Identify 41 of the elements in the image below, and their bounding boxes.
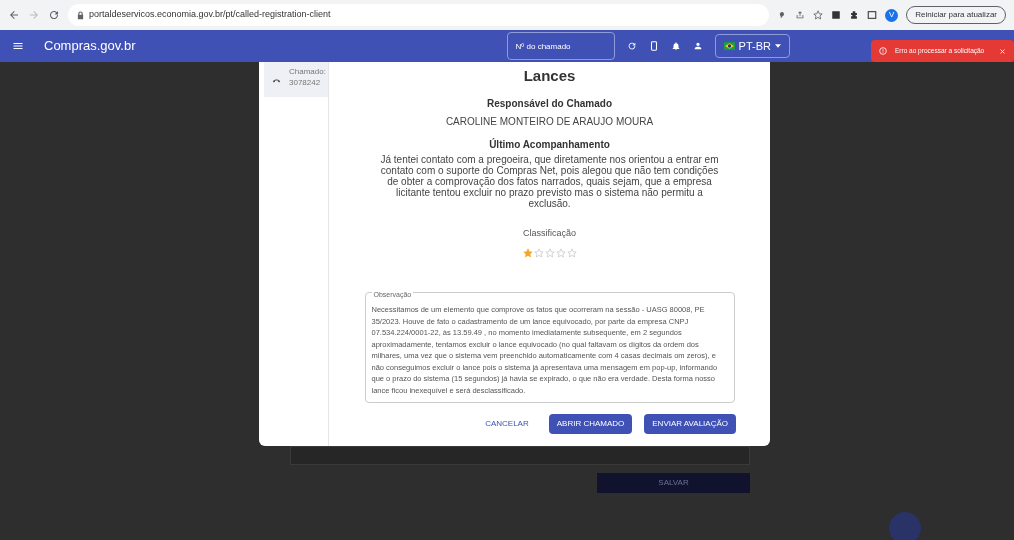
profile-avatar[interactable]: V	[885, 8, 899, 22]
star-icon[interactable]	[533, 248, 544, 258]
bell-icon[interactable]	[670, 41, 681, 51]
close-icon[interactable]	[999, 47, 1006, 55]
address-bar[interactable]: portaldeservicos.economia.gov.br/pt/called-registration-client	[68, 4, 770, 26]
reload-icon[interactable]	[48, 9, 60, 21]
language-selector[interactable]: PT-BR	[714, 34, 790, 58]
app-title: Compras.gov.br	[44, 37, 136, 56]
rating-label: Classificação	[523, 226, 576, 240]
url-text: portaldeservicos.economia.gov.br/pt/called-registration-client	[89, 8, 331, 22]
caret-icon	[775, 44, 781, 48]
phone-icon[interactable]	[648, 41, 659, 51]
back-icon[interactable]	[8, 9, 20, 21]
ticket-search-field[interactable]: Nº do chamado	[506, 32, 615, 60]
ticket-number: 3078242	[289, 77, 322, 88]
dialog-title: Lances	[523, 66, 576, 86]
star-icon[interactable]	[522, 248, 533, 258]
menu-icon[interactable]	[12, 40, 24, 52]
puzzle-icon[interactable]	[849, 10, 860, 20]
star-icon[interactable]	[544, 248, 555, 258]
star-icon[interactable]	[813, 10, 824, 20]
user-icon[interactable]	[692, 41, 703, 51]
ticket-label: Chamado:	[289, 66, 326, 77]
ticket-item[interactable]: Chamado: 3078242	[264, 62, 328, 97]
star-icon[interactable]	[555, 248, 566, 258]
flag-icon	[723, 42, 735, 50]
followup-heading: Último Acompanhamento	[489, 137, 610, 152]
followup-text: Já tentei contato com a pregoeira, que diretamente nos orientou a entrar em contato com o suporte do Compras Net, pois alegou que não tem condições de obter a comprovação dos fatos narrados, quais sejam, que a empresa licitante tentou excluir no prazo previsto mas o sistema não permitu a exclusão.	[379, 153, 720, 209]
responsible-name: CAROLINE MONTEIRO DE ARAUJO MOURA	[445, 114, 654, 129]
sidebar-icon[interactable]	[867, 10, 878, 20]
lock-icon[interactable]	[76, 10, 85, 20]
refresh-icon[interactable]	[626, 41, 637, 51]
star-rating[interactable]	[522, 248, 577, 258]
error-icon	[879, 47, 887, 55]
star-icon[interactable]	[566, 248, 577, 258]
extension-icon[interactable]	[831, 10, 842, 20]
responsible-heading: Responsável do Chamado	[487, 96, 612, 111]
cancel-button[interactable]: CANCELAR	[477, 414, 537, 434]
save-button[interactable]: SALVAR	[597, 473, 750, 493]
action-button[interactable]: ENVIAR AVALIAÇÃO	[644, 414, 736, 434]
action-button[interactable]: ABRIR CHAMADO	[548, 414, 633, 434]
